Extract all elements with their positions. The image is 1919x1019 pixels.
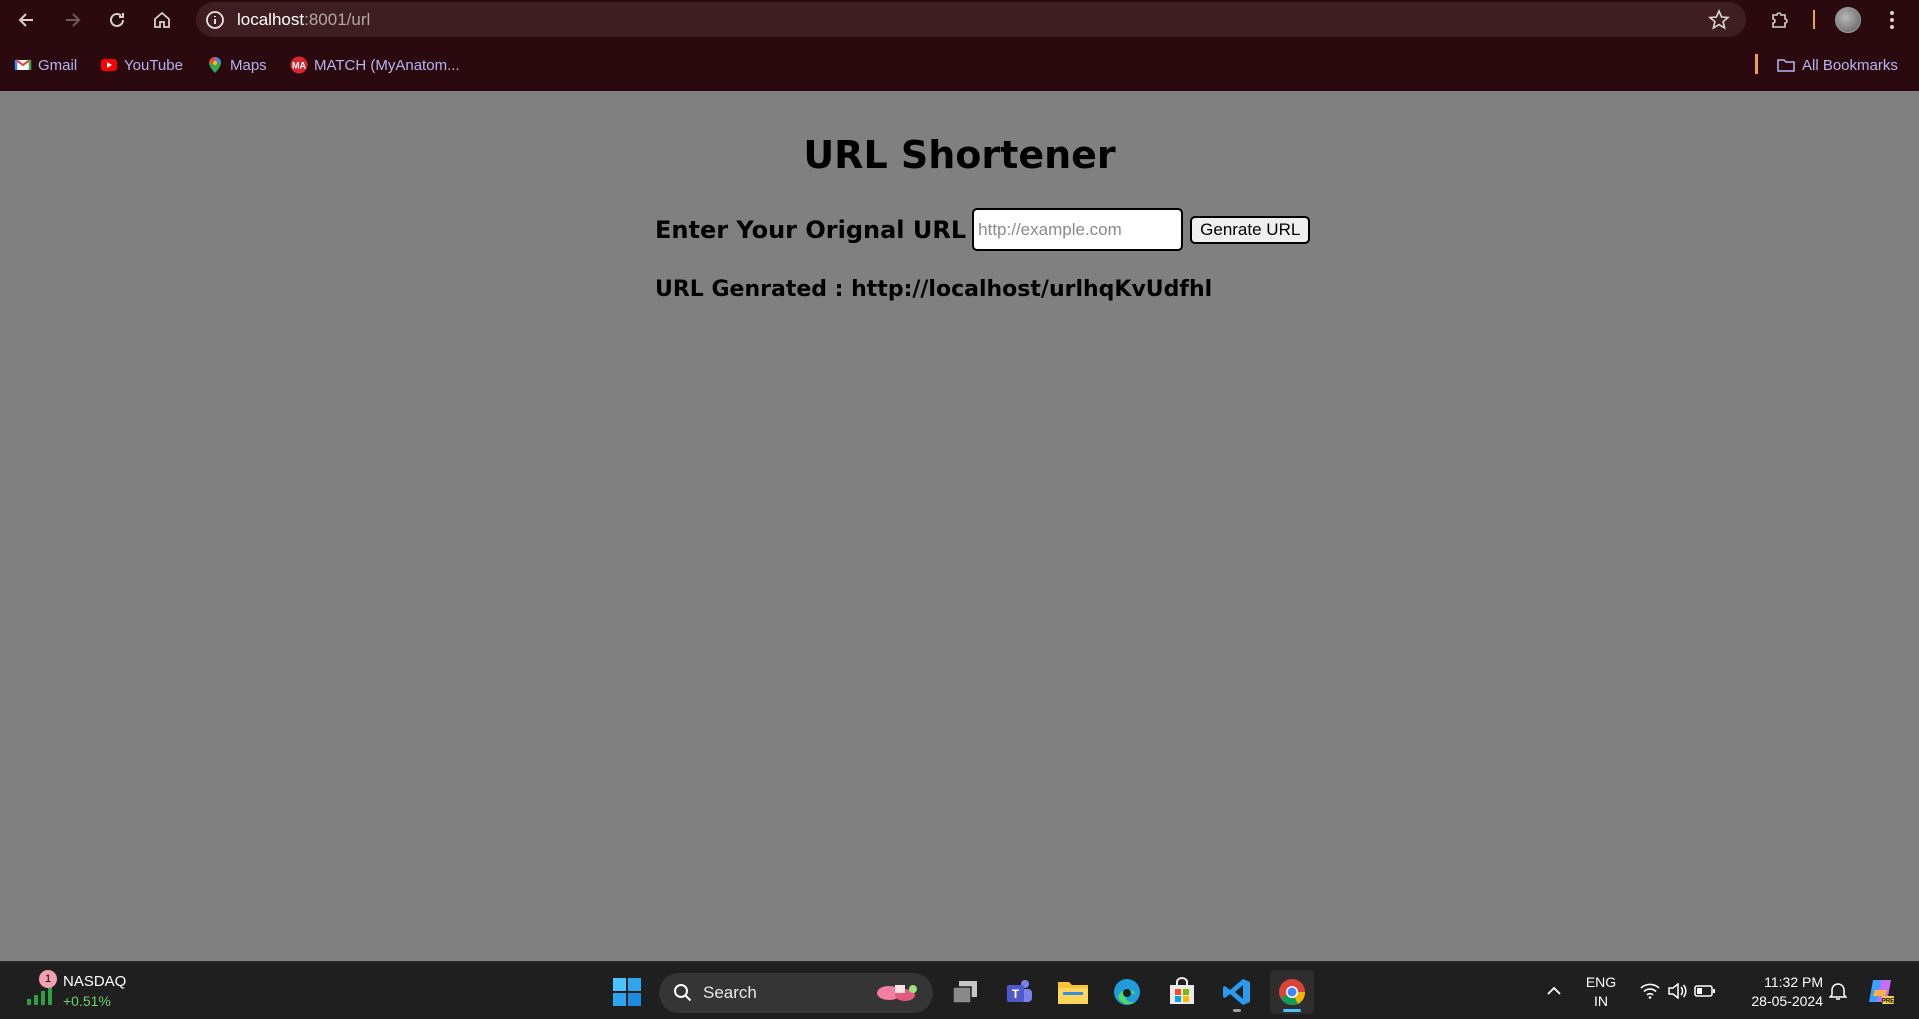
task-view-button[interactable] [943,970,987,1014]
bookmark-maps[interactable]: Maps [206,53,267,77]
maps-icon [209,57,221,73]
back-button[interactable] [5,0,49,39]
region-code: IN [1594,993,1608,1009]
store-icon [1170,977,1194,1004]
page-title: URL Shortener [803,133,1116,177]
copilot-icon: PRE [1869,980,1894,1005]
url-host: localhost [237,9,305,29]
bookmarks-separator [1755,54,1758,74]
vscode-icon [1223,979,1250,1005]
address-bar[interactable]: localhost:8001/url [196,2,1746,37]
notifications-button[interactable] [1826,962,1850,1019]
teams-icon: T [1007,980,1032,1002]
reload-button[interactable] [95,0,139,39]
svg-text:T: T [1012,987,1020,1001]
youtube-icon [101,59,117,71]
browser-toolbar: localhost:8001/url [0,0,1919,39]
generate-url-button[interactable]: Genrate URL [1190,215,1311,244]
file-explorer-button[interactable] [1051,970,1095,1014]
language-indicator[interactable]: ENG IN [1583,973,1619,1011]
vscode-button[interactable] [1215,970,1259,1014]
windows-taskbar: 1 NASDAQ +0.51% Search T ENG IN 11:32 PM… [0,961,1919,1019]
edge-icon [1114,979,1140,1005]
language-code: ENG [1585,974,1617,990]
all-bookmarks-label: All Bookmarks [1802,56,1898,74]
bookmark-label: MATCH (MyAnatom... [314,56,460,74]
generated-url-text: URL Genrated : http://localhost/urlhqKvU… [655,277,1213,302]
stock-change: +0.51% [63,993,111,1009]
stock-name: NASDAQ [63,973,127,990]
folder-icon [1777,59,1795,72]
system-tray-status[interactable] [1636,962,1720,1019]
myanatomy-icon: MA [290,56,308,74]
bookmarks-bar: Gmail YouTube Maps MA MATCH (MyAnatom...… [0,39,1919,91]
folder-icon [1058,982,1088,1004]
chrome-button[interactable] [1270,970,1314,1014]
search-label: Search [703,983,757,1002]
url-path: :8001/url [304,9,371,29]
bookmark-label: Gmail [38,56,78,74]
volume-icon [1668,983,1687,999]
active-indicator [1283,1009,1301,1012]
bookmark-youtube[interactable]: YouTube [100,53,183,77]
wifi-icon [1640,983,1660,999]
all-bookmarks-button[interactable]: All Bookmarks [1776,53,1898,77]
avatar [1835,6,1861,33]
shorten-form: Enter Your Orignal URL Genrate URL [655,208,1311,251]
toolbar-separator [1813,10,1815,29]
url-input-label: Enter Your Orignal URL [655,215,967,244]
reload-icon [110,12,124,27]
show-hidden-icons-button[interactable] [1540,962,1568,1019]
clock[interactable]: 11:32 PM 28-05-2024 [1733,973,1823,1011]
clock-time: 11:32 PM [1764,974,1823,990]
svg-text:PRE: PRE [1882,999,1894,1005]
extensions-button[interactable] [1758,0,1802,39]
windows-icon [613,978,641,1006]
start-button[interactable] [605,970,649,1014]
browser-menu-button[interactable] [1872,0,1912,39]
bookmark-label: Maps [230,56,267,74]
profile-button[interactable] [1826,0,1870,39]
battery-icon [1694,985,1716,997]
search-highlight-icon [877,985,917,1001]
clock-date: 28-05-2024 [1751,993,1823,1009]
teams-button[interactable]: T [997,970,1041,1014]
bookmark-label: YouTube [124,56,183,74]
kebab-menu-icon [1890,10,1894,29]
stock-widget[interactable]: 1 NASDAQ +0.51% [25,970,145,1014]
back-arrow-icon [18,12,33,27]
home-button[interactable] [140,0,184,39]
task-view-icon [952,981,977,1004]
home-icon [154,11,170,28]
gmail-icon [14,59,32,70]
notification-badge: 1 [39,970,57,988]
taskbar-search[interactable]: Search [659,973,933,1013]
microsoft-store-button[interactable] [1160,970,1204,1014]
running-indicator [1233,1009,1241,1012]
forward-arrow-icon [66,12,81,27]
url-input[interactable] [972,208,1184,251]
bookmark-myanatomy[interactable]: MA MATCH (MyAnatom... [290,53,460,77]
bookmark-gmail[interactable]: Gmail [14,53,77,77]
edge-button[interactable] [1105,970,1149,1014]
puzzle-icon [1772,11,1788,28]
copilot-button[interactable]: PRE [1862,962,1898,1019]
bookmark-star-icon[interactable] [1708,9,1730,31]
search-icon [674,984,692,1002]
svg-text:MA: MA [292,61,306,71]
site-info-icon[interactable] [205,10,225,30]
forward-button[interactable] [50,0,94,39]
chevron-up-icon [1547,986,1561,995]
chrome-icon [1279,979,1306,1006]
bell-icon [1829,983,1847,1000]
